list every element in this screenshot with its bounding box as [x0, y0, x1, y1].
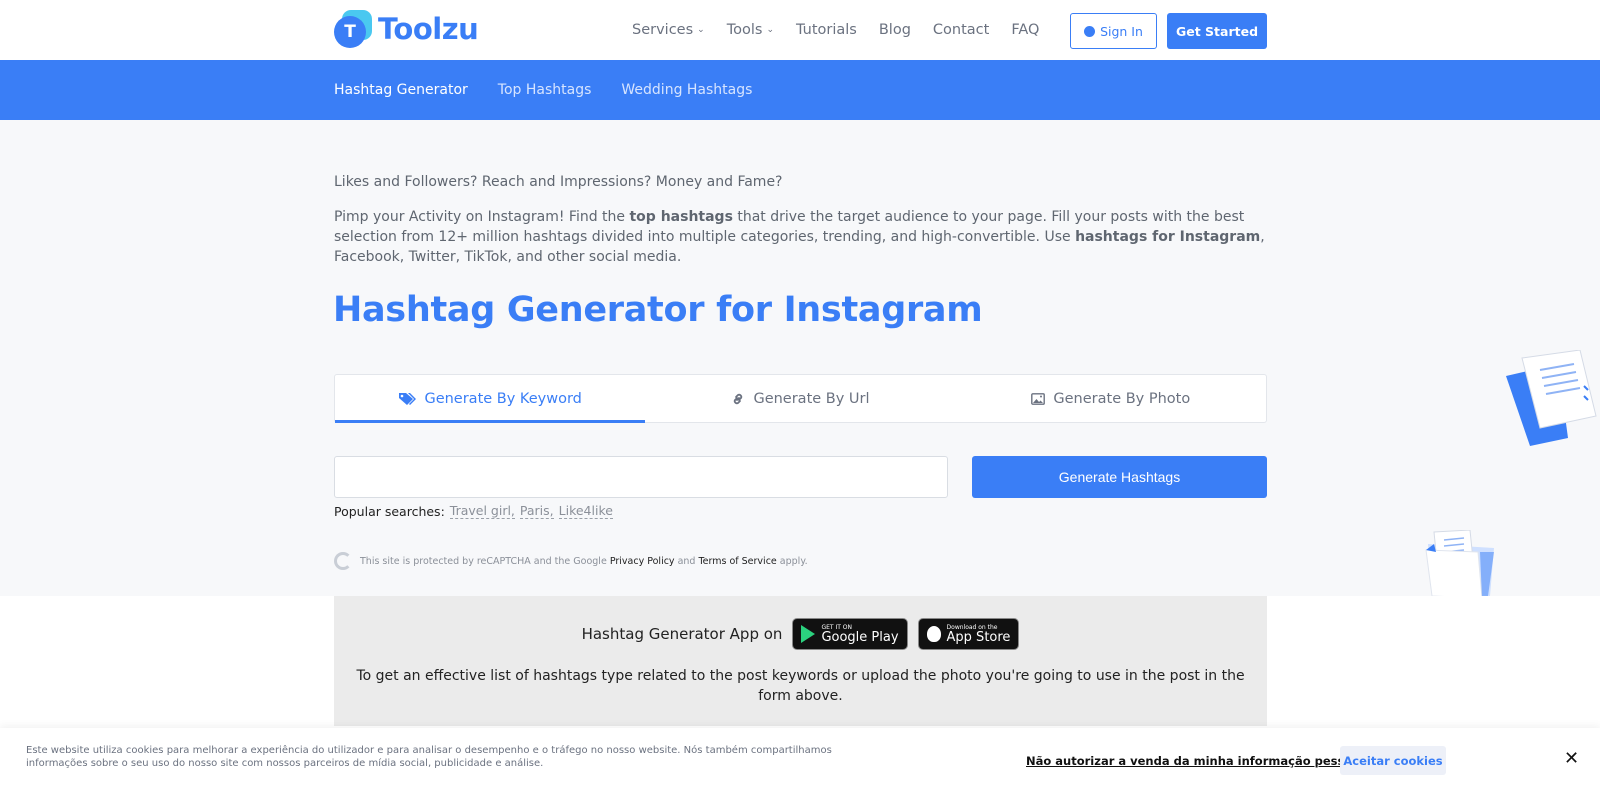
main-nav: Services ⌄ Tools ⌄ Tutorials Blog Contact … — [632, 0, 1039, 60]
tab-generate-by-keyword[interactable]: Generate By Keyword — [335, 375, 646, 423]
page-title: Hashtag Generator for Instagram — [333, 290, 983, 330]
subnav-top-hashtags[interactable]: Top Hashtags — [498, 82, 592, 98]
link-icon — [734, 393, 743, 404]
cookie-banner: Este website utiliza cookies para melhor… — [0, 728, 1600, 794]
tab-generate-by-photo[interactable]: Generate By Photo — [956, 375, 1266, 422]
tags-icon — [399, 392, 417, 405]
nav-services[interactable]: Services ⌄ — [632, 22, 705, 38]
chevron-down-icon: ⌄ — [697, 25, 705, 35]
generate-hashtags-button[interactable]: Generate Hashtags — [972, 456, 1267, 498]
popular-search-link[interactable]: Travel girl, — [449, 503, 515, 519]
popular-searches-label: Popular searches: — [334, 503, 445, 519]
close-icon[interactable]: ✕ — [1564, 748, 1579, 769]
subnav-wedding-hashtags[interactable]: Wedding Hashtags — [621, 82, 752, 98]
nav-faq[interactable]: FAQ — [1011, 22, 1039, 38]
popular-search-link[interactable]: Paris, — [519, 503, 554, 519]
popular-searches: Popular searches: Travel girl, Paris, Li… — [334, 503, 613, 519]
accept-cookies-button[interactable]: Aceitar cookies — [1340, 746, 1446, 775]
keyword-input[interactable] — [334, 456, 948, 498]
documents-illustration-icon — [1506, 350, 1597, 446]
nav-blog[interactable]: Blog — [879, 22, 911, 38]
google-play-badge[interactable]: GET IT ON Google Play — [792, 618, 908, 650]
get-started-button[interactable]: Get Started — [1167, 13, 1267, 49]
popular-search-link[interactable]: Like4like — [558, 503, 613, 519]
nav-tools[interactable]: Tools ⌄ — [727, 22, 774, 38]
intro-tagline: Likes and Followers? Reach and Impressio… — [334, 174, 783, 190]
nav-tutorials[interactable]: Tutorials — [796, 22, 857, 38]
chevron-down-icon: ⌄ — [766, 25, 774, 35]
app-description: To get an effective list of hashtags typ… — [356, 668, 1245, 704]
recaptcha-notice: This site is protected by reCAPTCHA and … — [334, 552, 808, 570]
logo[interactable]: T Toolzu — [334, 10, 479, 48]
logo-text: Toolzu — [378, 12, 479, 46]
intro-paragraph: Pimp your Activity on Instagram! Find th… — [334, 209, 1265, 265]
image-icon — [1031, 392, 1046, 405]
privacy-policy-link[interactable]: Privacy Policy — [610, 556, 675, 567]
recaptcha-icon — [334, 552, 352, 570]
site-header: T Toolzu Services ⌄ Tools ⌄ Tutorials Blog… — [0, 0, 1600, 60]
apple-icon — [926, 626, 941, 642]
generator-tabs: Generate By Keyword Generate By Url Gene… — [334, 374, 1267, 423]
google-play-icon — [801, 625, 816, 643]
logo-icon: T — [334, 10, 372, 48]
app-promo-label: Hashtag Generator App on — [581, 625, 783, 643]
app-promo-box: Hashtag Generator App on GET IT ON Googl… — [334, 596, 1267, 726]
do-not-sell-link[interactable]: Não autorizar a venda da minha informaçã… — [1026, 754, 1368, 768]
terms-of-service-link[interactable]: Terms of Service — [698, 556, 776, 567]
tab-generate-by-url[interactable]: Generate By Url — [645, 375, 955, 422]
cookie-text: Este website utiliza cookies para melhor… — [26, 745, 832, 769]
sign-in-button[interactable]: Sign In — [1070, 13, 1157, 49]
nav-contact[interactable]: Contact — [933, 22, 989, 38]
app-store-badge[interactable]: Download on the App Store — [917, 618, 1020, 650]
user-circle-icon — [1084, 25, 1096, 37]
folder-illustration-icon — [1425, 530, 1494, 599]
sub-nav: Hashtag Generator Top Hashtags Wedding H… — [0, 60, 1600, 120]
subnav-hashtag-generator[interactable]: Hashtag Generator — [334, 82, 468, 98]
